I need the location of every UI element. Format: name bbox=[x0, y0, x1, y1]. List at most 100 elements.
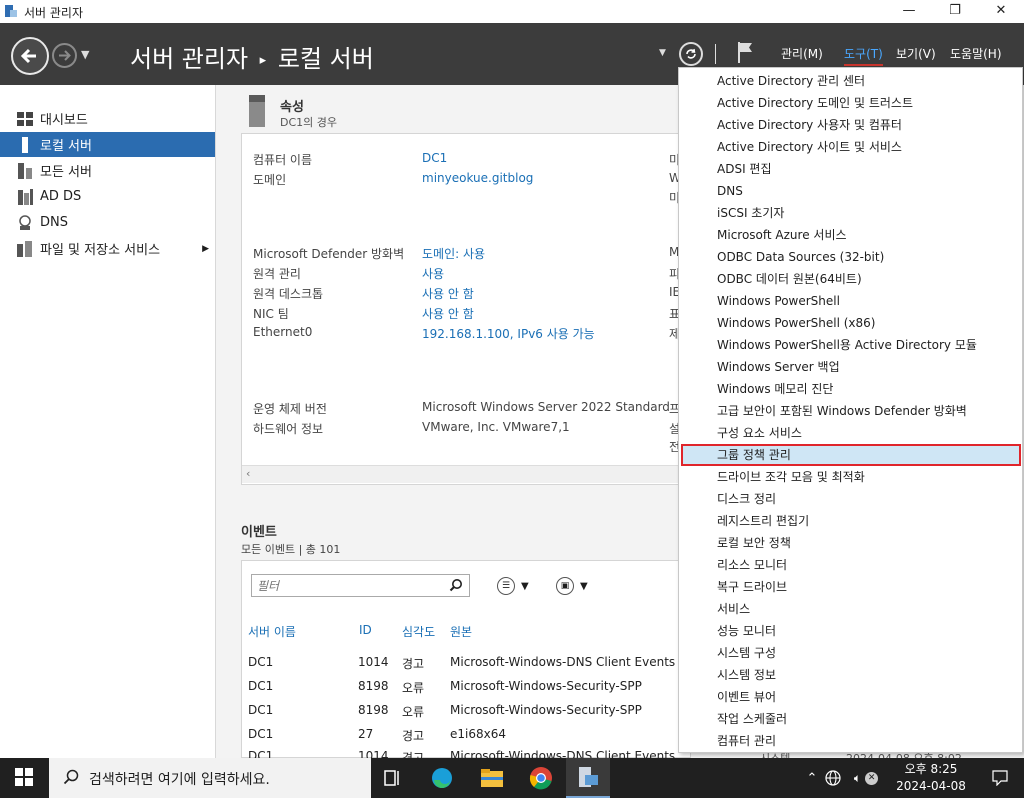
edge-app-button[interactable] bbox=[420, 758, 464, 798]
sidebar-item-dashboard[interactable]: 대시보드 bbox=[0, 106, 215, 131]
tools-menu-item[interactable]: 고급 보안이 포함된 Windows Defender 방화벽 bbox=[679, 400, 1022, 422]
prop-value-link[interactable]: 사용 bbox=[422, 265, 444, 282]
prop-value-link[interactable]: 192.168.1.100, IPv6 사용 가능 bbox=[422, 325, 595, 342]
tools-menu-item[interactable]: Microsoft Azure 서비스 bbox=[679, 224, 1022, 246]
tools-menu-item[interactable]: Windows Server 백업 bbox=[679, 356, 1022, 378]
prop-value-link[interactable]: 도메인: 사용 bbox=[422, 245, 485, 262]
sidebar-item-all-servers[interactable]: 모든 서버 bbox=[0, 158, 215, 183]
sidebar-item-label: AD DS bbox=[40, 189, 82, 204]
search-icon[interactable] bbox=[449, 578, 463, 592]
chrome-icon bbox=[529, 767, 552, 790]
tools-menu-item[interactable]: Active Directory 사이트 및 서비스 bbox=[679, 136, 1022, 158]
tools-menu-item[interactable]: Windows PowerShell bbox=[679, 290, 1022, 312]
tools-menu-item[interactable]: DNS bbox=[679, 180, 1022, 202]
network-button[interactable] bbox=[822, 758, 844, 798]
tools-menu-item[interactable]: 시스템 정보 bbox=[679, 664, 1022, 686]
sidebar-item-ad-ds[interactable]: AD DS bbox=[0, 184, 215, 209]
tools-menu-item[interactable]: 복구 드라이브 bbox=[679, 576, 1022, 598]
taskbar-search-box[interactable]: 검색하려면 여기에 입력하세요. bbox=[49, 758, 371, 798]
sidebar-item-dns[interactable]: DNS bbox=[0, 210, 215, 235]
tools-menu-item[interactable]: ADSI 편집 bbox=[679, 158, 1022, 180]
expand-arrow-icon[interactable]: ▶ bbox=[202, 244, 209, 254]
chrome-app-button[interactable] bbox=[519, 758, 563, 798]
tools-menu-item[interactable]: Windows PowerShell용 Active Directory 모듈 bbox=[679, 334, 1022, 356]
sidebar: 대시보드 로컬 서버 모든 서버 AD DS DNS 파일 및 저장소 서비스 … bbox=[0, 85, 216, 758]
file-explorer-app-button[interactable] bbox=[470, 758, 514, 798]
volume-button[interactable]: 🔈︎ ✕ bbox=[846, 758, 886, 798]
taskbar-clock[interactable]: 오후 8:25 2024-04-08 bbox=[893, 761, 969, 795]
list-options-button[interactable]: ☰ ▼ bbox=[497, 576, 529, 596]
column-header-server[interactable]: 서버 이름 bbox=[248, 623, 296, 640]
tools-menu-item[interactable]: 이벤트 뷰어 bbox=[679, 686, 1022, 708]
refresh-button[interactable] bbox=[679, 42, 703, 66]
tools-menu-item[interactable]: 디스크 정리 bbox=[679, 488, 1022, 510]
prop-value-link[interactable]: 사용 안 함 bbox=[422, 305, 474, 322]
sidebar-item-local-server[interactable]: 로컬 서버 bbox=[0, 132, 215, 157]
tools-menu-item[interactable]: Active Directory 도메인 및 트러스트 bbox=[679, 92, 1022, 114]
table-row[interactable]: DC1 8198 오류 Microsoft-Windows-Security-S… bbox=[242, 679, 688, 703]
column-header-severity[interactable]: 심각도 bbox=[402, 623, 435, 640]
events-filter-box[interactable] bbox=[251, 574, 470, 597]
tools-menu-item[interactable]: 그룹 정책 관리 bbox=[681, 444, 1021, 466]
prop-value-link[interactable]: 사용 안 함 bbox=[422, 285, 474, 302]
tools-menu-item[interactable]: 작업 스케줄러 bbox=[679, 708, 1022, 730]
tools-menu-item[interactable]: 레지스트리 편집기 bbox=[679, 510, 1022, 532]
menu-tools[interactable]: 도구(T) bbox=[844, 45, 883, 66]
sidebar-item-file-storage[interactable]: 파일 및 저장소 서비스 ▶ bbox=[0, 236, 215, 261]
tools-menu-item[interactable]: ODBC Data Sources (32-bit) bbox=[679, 246, 1022, 268]
notifications-flag-icon[interactable] bbox=[736, 40, 756, 64]
prop-label: 원격 관리 bbox=[253, 267, 301, 281]
filter-input[interactable] bbox=[252, 575, 442, 596]
windows-start-icon[interactable] bbox=[15, 768, 33, 786]
forward-button[interactable] bbox=[52, 43, 77, 68]
minimize-button[interactable]: — bbox=[886, 0, 932, 23]
breadcrumb-root[interactable]: 서버 관리자 bbox=[130, 45, 248, 73]
scroll-left-icon[interactable]: ‹ bbox=[246, 467, 250, 480]
back-button[interactable] bbox=[11, 37, 49, 75]
tools-menu-item[interactable]: ODBC 데이터 원본(64비트) bbox=[679, 268, 1022, 290]
close-button[interactable]: ✕ bbox=[978, 0, 1024, 23]
tools-menu-item[interactable]: Active Directory 사용자 및 컴퓨터 bbox=[679, 114, 1022, 136]
column-header-source[interactable]: 원본 bbox=[450, 623, 472, 640]
table-row[interactable]: DC1 1014 경고 Microsoft-Windows-DNS Client… bbox=[242, 749, 688, 758]
save-query-button[interactable]: ▣ ▼ bbox=[556, 576, 588, 596]
tools-menu-item[interactable]: Windows 메모리 진단 bbox=[679, 378, 1022, 400]
tools-menu-item[interactable]: iSCSI 초기자 bbox=[679, 202, 1022, 224]
menu-help[interactable]: 도움말(H) bbox=[950, 45, 1002, 62]
menu-view[interactable]: 보기(V) bbox=[896, 45, 936, 62]
table-row[interactable]: DC1 27 경고 e1i68x64 bbox=[242, 727, 688, 751]
history-dropdown-icon[interactable]: ▼ bbox=[81, 48, 89, 61]
tools-menu-item[interactable]: Active Directory 관리 센터 bbox=[679, 70, 1022, 92]
notification-center-button[interactable] bbox=[980, 758, 1020, 798]
menu-manage[interactable]: 관리(M) bbox=[781, 45, 823, 62]
prop-value-link[interactable]: minyeokue.gitblog bbox=[422, 171, 533, 185]
maximize-button[interactable]: ❐ bbox=[932, 0, 978, 23]
tools-menu-item[interactable]: 서비스 bbox=[679, 598, 1022, 620]
refresh-dropdown-icon[interactable]: ▼ bbox=[659, 48, 666, 58]
table-row[interactable]: DC1 8198 오류 Microsoft-Windows-Security-S… bbox=[242, 703, 688, 727]
tools-menu-item[interactable]: 시스템 구성 bbox=[679, 642, 1022, 664]
prop-value-link[interactable]: DC1 bbox=[422, 151, 447, 165]
tools-dropdown-menu: Active Directory 관리 센터 Active Directory 도… bbox=[678, 67, 1023, 753]
tools-menu-item[interactable]: Windows PowerShell (x86) bbox=[679, 312, 1022, 334]
tools-menu-item[interactable]: 성능 모니터 bbox=[679, 620, 1022, 642]
column-header-id[interactable]: ID bbox=[359, 623, 372, 637]
tools-menu-item[interactable]: 로컬 보안 정책 bbox=[679, 532, 1022, 554]
task-view-button[interactable] bbox=[370, 758, 414, 798]
tools-menu-item[interactable]: 드라이브 조각 모음 및 최적화 bbox=[679, 466, 1022, 488]
header-divider bbox=[715, 44, 716, 64]
local-server-icon bbox=[22, 136, 28, 153]
show-hidden-icons-button[interactable]: ⌃ bbox=[802, 758, 822, 798]
table-row[interactable]: DC1 1014 경고 Microsoft-Windows-DNS Client… bbox=[242, 655, 688, 679]
tools-menu-item[interactable]: 컴퓨터 관리 bbox=[679, 730, 1022, 752]
tools-menu-item[interactable]: 리소스 모니터 bbox=[679, 554, 1022, 576]
forward-arrow-icon bbox=[59, 50, 71, 61]
tools-menu-item[interactable]: 구성 요소 서비스 bbox=[679, 422, 1022, 444]
cell-server: DC1 bbox=[248, 727, 274, 741]
server-manager-app-button[interactable] bbox=[566, 758, 610, 798]
cell-source: e1i68x64 bbox=[450, 727, 506, 741]
breadcrumb-current: 로컬 서버 bbox=[277, 45, 374, 73]
horizontal-scrollbar[interactable]: ‹ bbox=[242, 465, 690, 483]
cell-id: 8198 bbox=[358, 703, 389, 717]
title-bar: 서버 관리자 — ❐ ✕ bbox=[0, 0, 1024, 23]
